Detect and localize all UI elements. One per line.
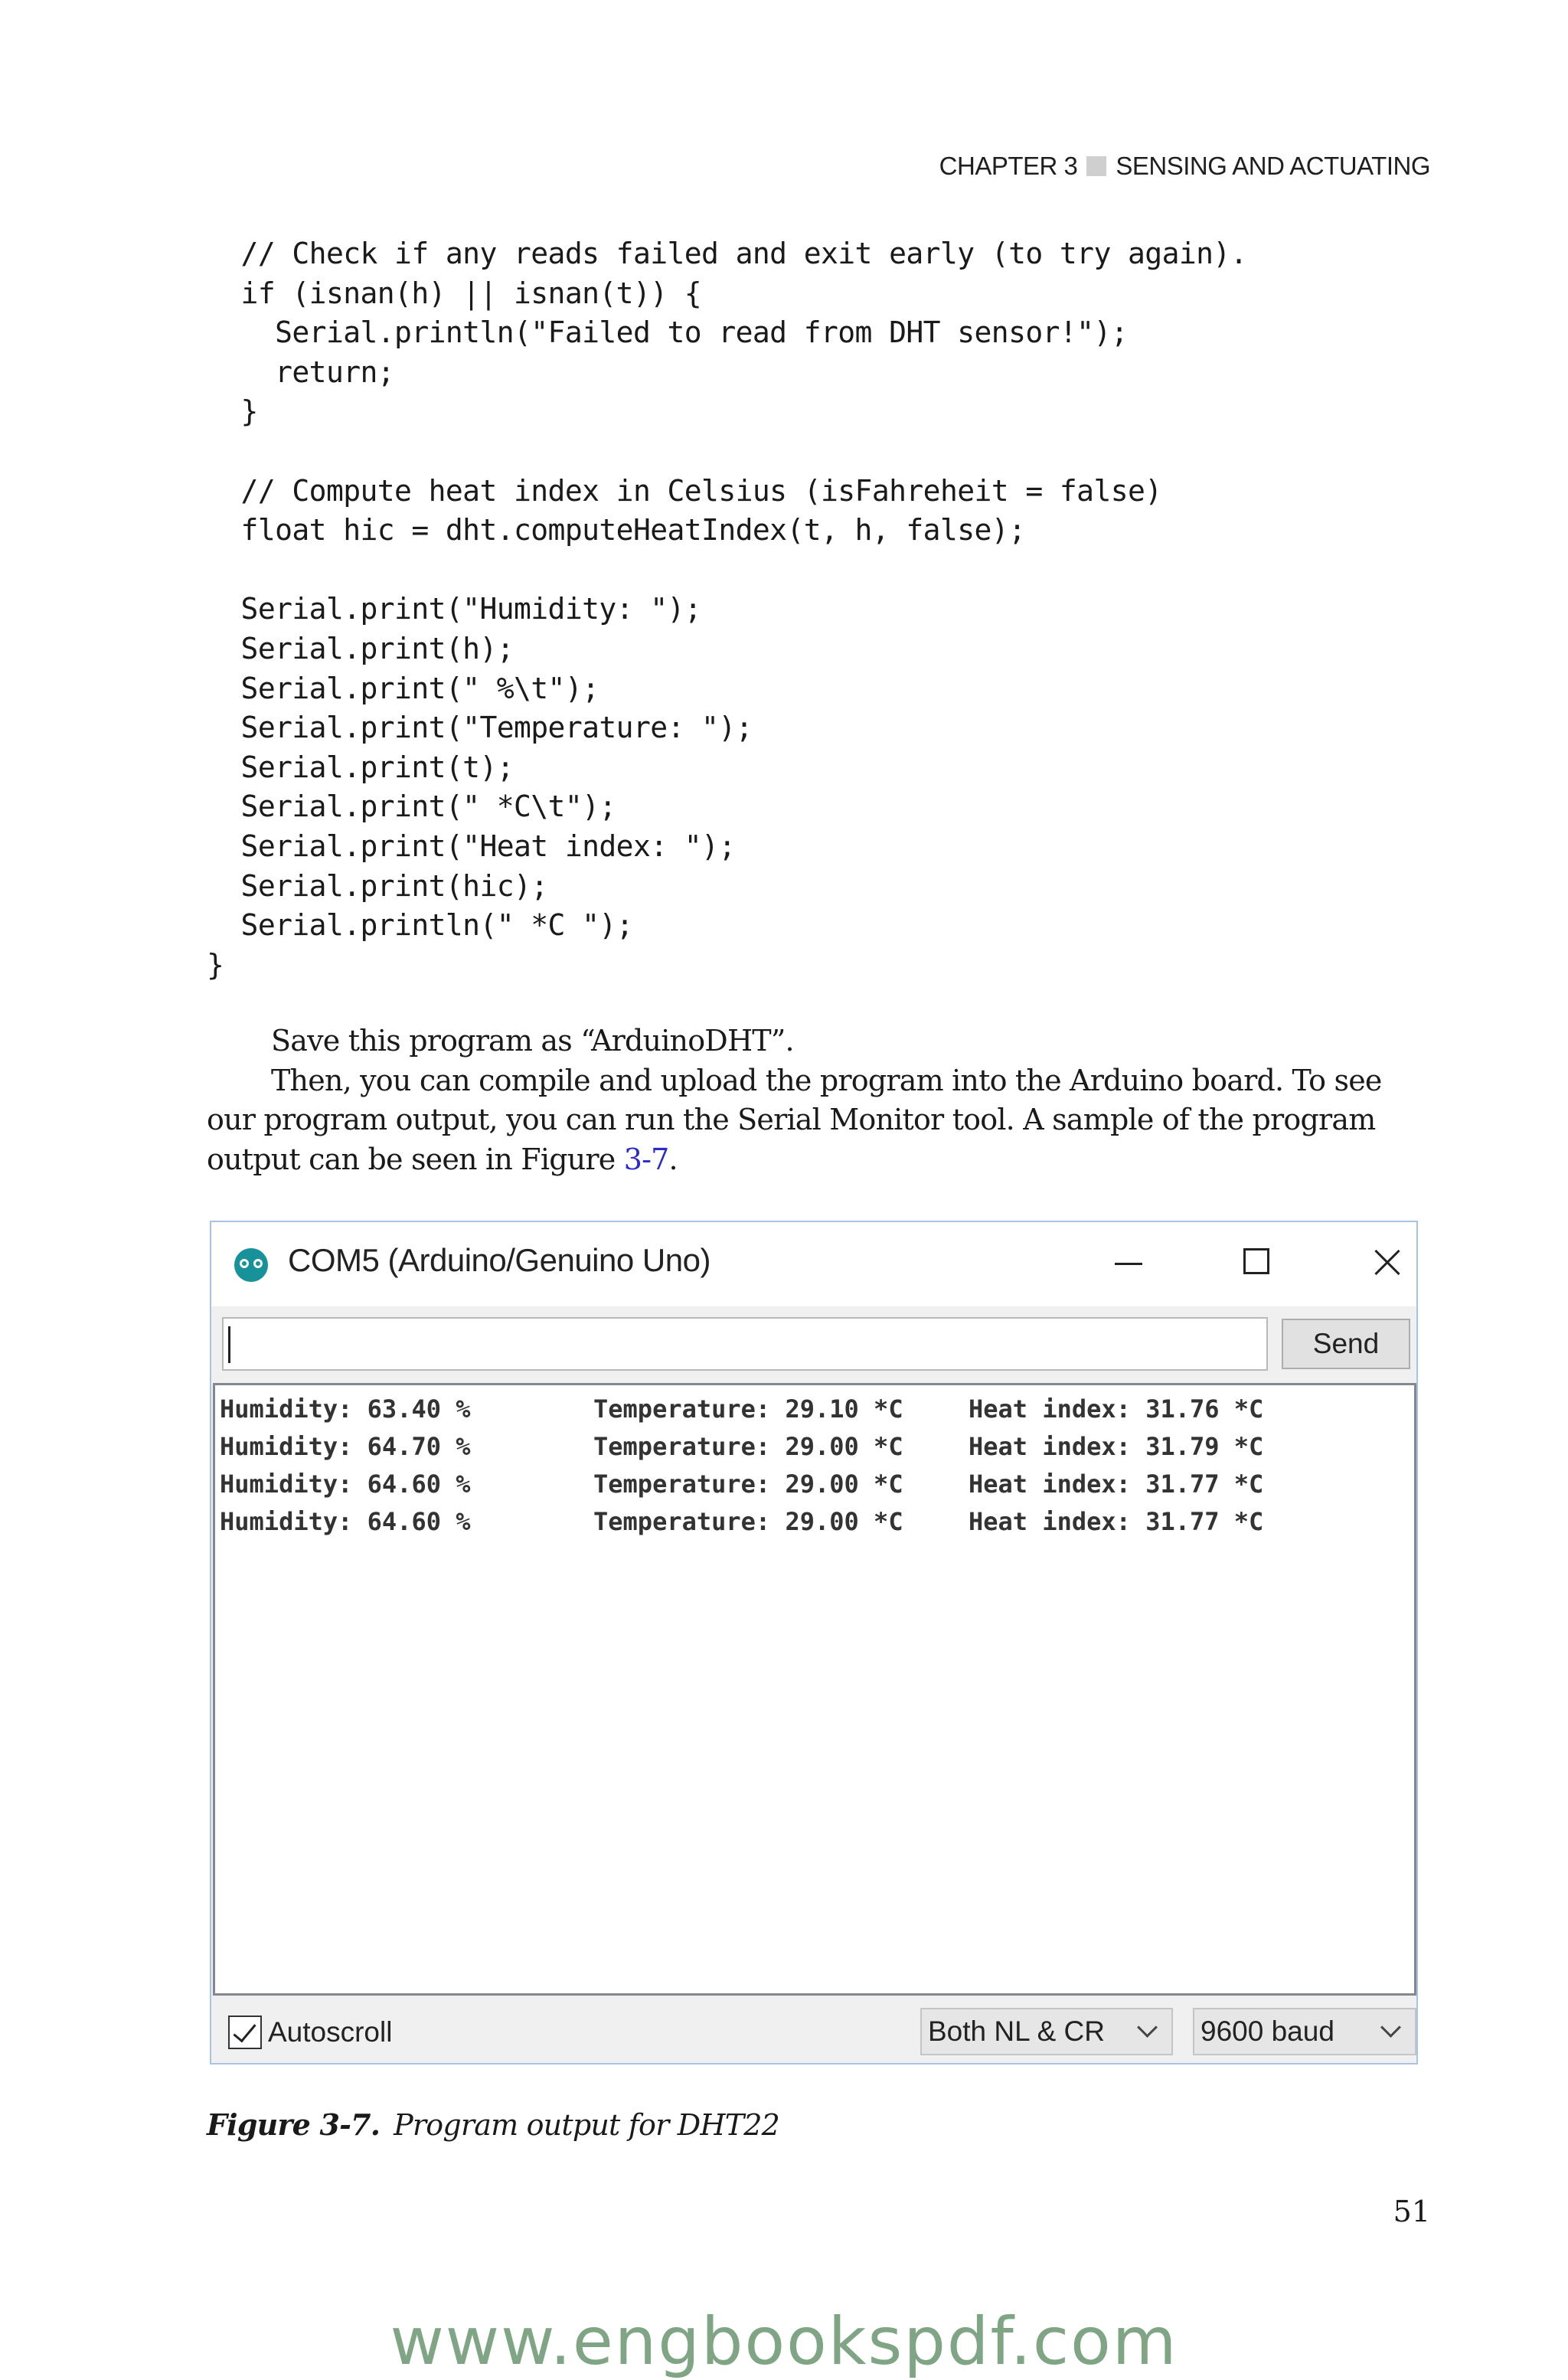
temperature-reading: Temperature: 29.10 *C [593, 1394, 903, 1424]
humidity-reading: Humidity: 64.60 % [220, 1470, 471, 1499]
figure-caption: Figure 3-7. Program output for DHT22 [207, 2107, 780, 2142]
temperature-reading: Temperature: 29.00 *C [593, 1507, 903, 1536]
paragraph-compile: Then, you can compile and upload the pro… [207, 1061, 1424, 1180]
humidity-reading: Humidity: 64.60 % [220, 1507, 471, 1536]
paragraph-end: . [668, 1142, 678, 1176]
maximize-button[interactable] [1227, 1236, 1288, 1290]
baud-rate-select[interactable]: 9600 baud [1193, 2008, 1416, 2055]
section-label: SENSING AND ACTUATING [1116, 152, 1430, 180]
figure-label: Figure 3-7. [207, 2107, 381, 2142]
baud-rate-value: 9600 baud [1200, 2015, 1334, 2047]
arduino-icon [234, 1248, 268, 1282]
paragraph-save: Save this program as “ArduinoDHT”. [271, 1024, 795, 1058]
autoscroll-label: Autoscroll [268, 2016, 393, 2048]
code-line: Serial.print("Temperature: "); [207, 711, 753, 745]
heat-index-reading: Heat index: 31.79 *C [969, 1432, 1264, 1461]
serial-input-field[interactable] [222, 1317, 1268, 1371]
output-line: Humidity: 64.70 % Temperature: 29.00 *C He… [215, 1426, 1414, 1463]
paragraph-text: Then, you can compile and upload the pro… [207, 1063, 1382, 1176]
code-line: // Compute heat index in Celsius (isFahr… [207, 473, 1163, 508]
figure-caption-text: Program output for DHT22 [394, 2108, 780, 2142]
humidity-reading: Humidity: 63.40 % [220, 1394, 471, 1424]
running-header: CHAPTER 3 SENSING AND ACTUATING [939, 152, 1431, 181]
close-button[interactable] [1355, 1236, 1416, 1290]
minimize-button[interactable] [1098, 1236, 1159, 1290]
heat-index-reading: Heat index: 31.76 *C [969, 1394, 1264, 1424]
chapter-label: CHAPTER 3 [939, 152, 1078, 180]
heat-index-reading: Heat index: 31.77 *C [969, 1507, 1264, 1536]
code-line: if (isnan(h) || isnan(t)) { [207, 276, 702, 310]
output-line: Humidity: 64.60 % Temperature: 29.00 *C He… [215, 1463, 1414, 1501]
code-line: } [207, 947, 224, 982]
code-line: } [207, 394, 259, 429]
autoscroll-control[interactable]: Autoscroll [228, 2015, 392, 2049]
line-ending-value: Both NL & CR [928, 2015, 1105, 2047]
code-line: Serial.println("Failed to read from DHT … [207, 315, 1129, 350]
output-lines: Humidity: 63.40 % Temperature: 29.10 *C He… [215, 1385, 1414, 1538]
humidity-reading: Humidity: 64.70 % [220, 1432, 471, 1461]
autoscroll-checkbox[interactable] [228, 2015, 262, 2049]
body-text: Save this program as “ArduinoDHT”. Then,… [207, 1022, 1424, 1179]
heat-index-reading: Heat index: 31.77 *C [969, 1470, 1264, 1499]
code-line: return; [207, 355, 395, 389]
chevron-down-icon [1380, 2017, 1401, 2038]
serial-monitor-window: COM5 (Arduino/Genuino Uno) Send Humidity… [210, 1221, 1418, 2065]
code-line: Serial.print("Humidity: "); [207, 592, 702, 626]
header-separator [1086, 156, 1107, 176]
code-line: Serial.print(hic); [207, 868, 549, 903]
serial-output-area[interactable]: Humidity: 63.40 % Temperature: 29.10 *C He… [213, 1383, 1416, 1996]
code-line: Serial.print(t); [207, 750, 514, 784]
code-line: Serial.print(" %\t"); [207, 671, 599, 705]
code-listing: // Check if any reads failed and exit ea… [207, 234, 1248, 985]
code-line: // Check if any reads failed and exit ea… [207, 237, 1248, 270]
temperature-reading: Temperature: 29.00 *C [593, 1432, 903, 1461]
code-line: Serial.print("Heat index: "); [207, 829, 737, 863]
chevron-down-icon [1137, 2017, 1158, 2038]
code-line: Serial.print(" *C\t"); [207, 790, 617, 824]
page-number: 51 [1393, 2195, 1430, 2228]
title-bar[interactable]: COM5 (Arduino/Genuino Uno) [211, 1222, 1416, 1306]
line-ending-select[interactable]: Both NL & CR [920, 2008, 1173, 2055]
code-line: Serial.print(h); [207, 631, 514, 665]
figure-link[interactable]: 3-7 [624, 1143, 670, 1176]
watermark: www.engbookspdf.com [390, 2303, 1178, 2380]
send-button[interactable]: Send [1282, 1319, 1410, 1369]
output-line: Humidity: 63.40 % Temperature: 29.10 *C He… [215, 1388, 1414, 1426]
temperature-reading: Temperature: 29.00 *C [593, 1470, 903, 1499]
code-line: float hic = dht.computeHeatIndex(t, h, f… [207, 513, 1026, 548]
output-line: Humidity: 64.60 % Temperature: 29.00 *C He… [215, 1501, 1414, 1538]
code-line: Serial.println(" *C "); [207, 908, 634, 943]
window-title: COM5 (Arduino/Genuino Uno) [288, 1242, 710, 1278]
